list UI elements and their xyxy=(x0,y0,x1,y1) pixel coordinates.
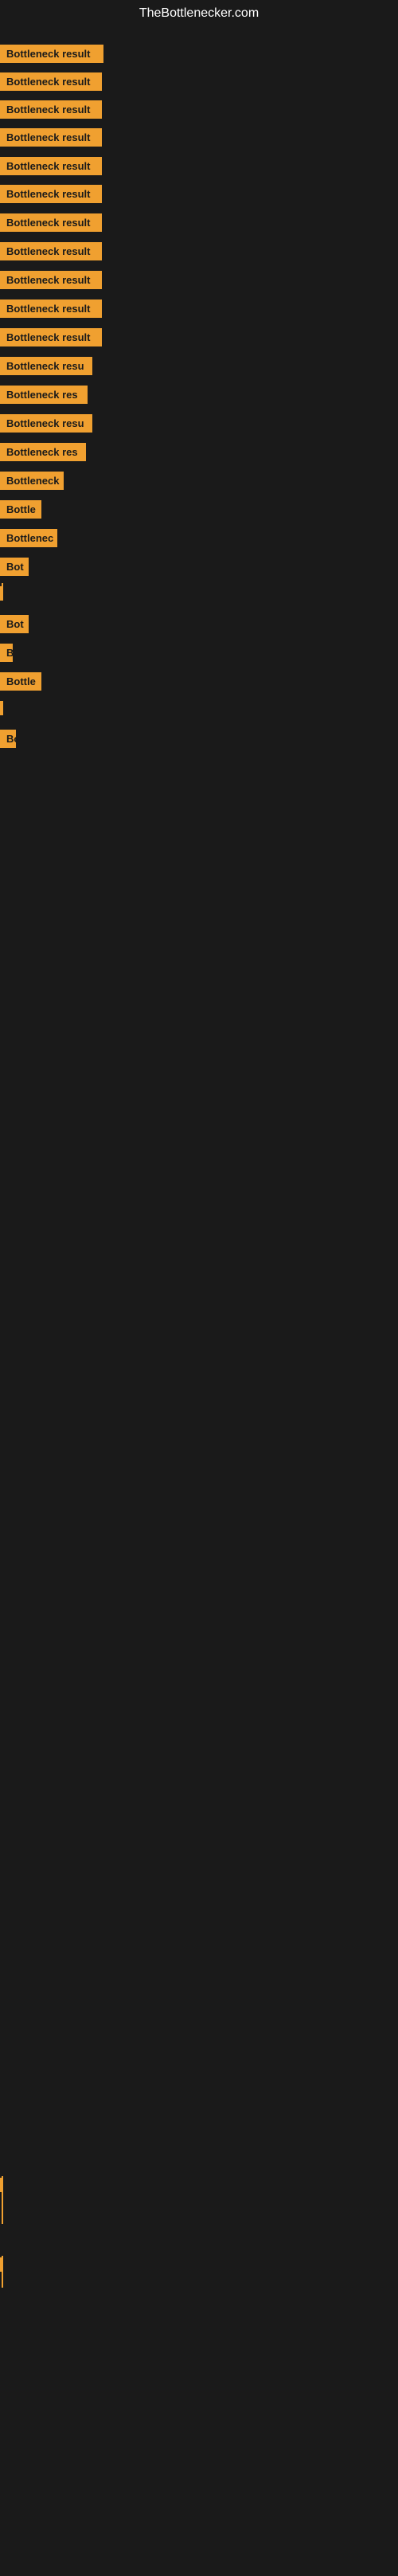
bottleneck-label-8: Bottleneck result xyxy=(0,242,102,260)
bottleneck-label-22: B xyxy=(0,644,13,662)
bottleneck-label-18: Bottlenec xyxy=(0,529,57,547)
bottleneck-result-10: Bottleneck result xyxy=(0,299,102,322)
bottleneck-result-21: Bot xyxy=(0,615,29,637)
bottleneck-label-9: Bottleneck result xyxy=(0,271,102,289)
bottleneck-result-15: Bottleneck res xyxy=(0,443,86,465)
bottleneck-result-7: Bottleneck result xyxy=(0,213,102,236)
bottleneck-result-1: Bottleneck result xyxy=(0,45,103,67)
bottleneck-result-12: Bottleneck resu xyxy=(0,357,92,379)
bottleneck-label-5: Bottleneck result xyxy=(0,157,102,175)
bottleneck-result-22: B xyxy=(0,644,13,666)
vertical-line-0 xyxy=(2,583,3,589)
bottleneck-label-3: Bottleneck result xyxy=(0,100,102,119)
bottleneck-result-17: Bottle xyxy=(0,500,41,523)
bottleneck-label-14: Bottleneck resu xyxy=(0,414,92,433)
bottleneck-result-23: Bottle xyxy=(0,672,41,695)
bottleneck-label-2: Bottleneck result xyxy=(0,72,102,91)
bottleneck-label-19: Bot xyxy=(0,558,29,576)
bottleneck-label-7: Bottleneck result xyxy=(0,213,102,232)
bottleneck-result-2: Bottleneck result xyxy=(0,72,102,95)
vertical-line-1 xyxy=(2,2176,3,2224)
bottleneck-label-23: Bottle xyxy=(0,672,41,691)
bottleneck-result-6: Bottleneck result xyxy=(0,185,102,207)
bottleneck-result-18: Bottlenec xyxy=(0,529,57,551)
bottleneck-result-9: Bottleneck result xyxy=(0,271,102,293)
bottleneck-result-16: Bottleneck xyxy=(0,472,64,494)
bottleneck-label-10: Bottleneck result xyxy=(0,299,102,318)
site-title: TheBottlenecker.com xyxy=(0,0,398,27)
vertical-line-2 xyxy=(2,2256,3,2288)
bottleneck-label-12: Bottleneck resu xyxy=(0,357,92,375)
bottleneck-result-4: Bottleneck result xyxy=(0,128,102,151)
bottleneck-label-4: Bottleneck result xyxy=(0,128,102,147)
bottleneck-label-25: Bo xyxy=(0,730,16,748)
bottleneck-label-11: Bottleneck result xyxy=(0,328,102,346)
bottleneck-result-11: Bottleneck result xyxy=(0,328,102,350)
bottleneck-label-6: Bottleneck result xyxy=(0,185,102,203)
bottleneck-label-21: Bot xyxy=(0,615,29,633)
mini-line-24 xyxy=(0,701,3,715)
bottleneck-result-8: Bottleneck result xyxy=(0,242,102,264)
bottleneck-result-14: Bottleneck resu xyxy=(0,414,92,437)
bottleneck-result-13: Bottleneck res xyxy=(0,386,88,408)
bottleneck-label-1: Bottleneck result xyxy=(0,45,103,63)
bottleneck-result-3: Bottleneck result xyxy=(0,100,102,123)
bottleneck-label-16: Bottleneck xyxy=(0,472,64,490)
bottleneck-label-13: Bottleneck res xyxy=(0,386,88,404)
bottleneck-label-17: Bottle xyxy=(0,500,41,519)
bottleneck-result-5: Bottleneck result xyxy=(0,157,102,179)
bottleneck-label-15: Bottleneck res xyxy=(0,443,86,461)
bottleneck-result-19: Bot xyxy=(0,558,29,580)
bottleneck-result-25: Bo xyxy=(0,730,16,752)
